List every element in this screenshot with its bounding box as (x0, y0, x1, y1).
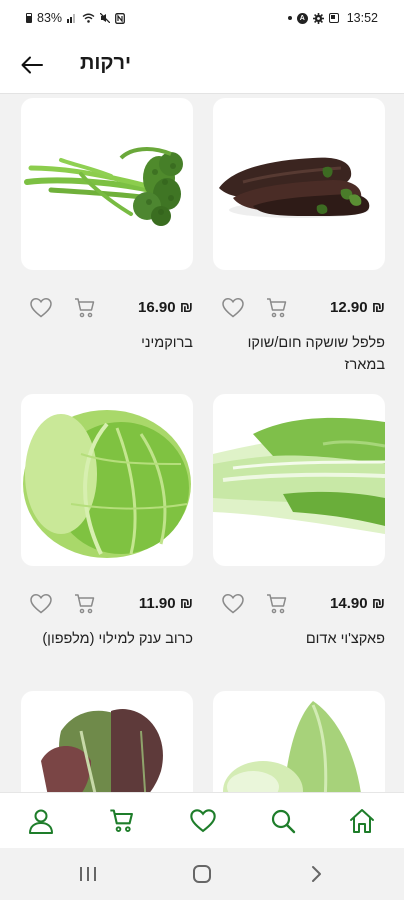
heart-icon (222, 298, 244, 318)
product-image[interactable] (213, 394, 385, 566)
nav-home-button[interactable] (346, 805, 378, 837)
heart-icon (190, 809, 216, 833)
product-name[interactable]: כרוב ענק למילוי (מלפפון) (21, 628, 193, 650)
favorite-button[interactable] (221, 296, 245, 320)
product-image[interactable] (21, 394, 193, 566)
system-navigation (0, 848, 404, 900)
price-row: 12.90 ₪ (213, 296, 385, 322)
cart-icon (267, 594, 287, 614)
product-image[interactable] (213, 98, 385, 270)
nav-favorites-button[interactable] (187, 805, 219, 837)
search-icon (271, 809, 296, 834)
product-card[interactable]: 11.90 ₪ כרוב ענק למילוי (מלפפון) (21, 394, 193, 684)
cart-icon (267, 298, 287, 318)
gallery-icon (328, 13, 339, 23)
arrow-left-icon (21, 56, 43, 74)
system-home-button[interactable] (188, 860, 216, 888)
brown-peppers-image (219, 157, 370, 218)
bok-choy-image (213, 417, 385, 534)
status-left: 83% (26, 11, 125, 25)
product-card[interactable]: 14.90 ₪ פאקצ'וי אדום (213, 394, 385, 684)
product-name[interactable]: ברוקמיני (21, 332, 193, 354)
product-image[interactable] (21, 691, 193, 792)
cart-icon (110, 809, 133, 832)
add-to-cart-button[interactable] (73, 296, 97, 320)
wifi-icon (82, 13, 95, 23)
product-image[interactable] (21, 98, 193, 270)
product-image[interactable] (213, 691, 385, 792)
pointed-cabbage-image (223, 701, 361, 792)
heart-icon (30, 594, 52, 614)
red-lettuce-image (41, 709, 163, 792)
battery-percent: 83% (37, 11, 63, 25)
signal-icon (67, 13, 77, 23)
heart-icon (222, 594, 244, 614)
app-header: ירקות (0, 36, 404, 94)
product-card[interactable]: 16.90 ₪ ברוקמיני (21, 98, 193, 388)
add-to-cart-button[interactable] (73, 592, 97, 616)
product-price: 11.90 ₪ (138, 595, 193, 612)
product-name[interactable]: פאקצ'וי אדום (213, 628, 385, 650)
nav-cart-button[interactable] (106, 805, 138, 837)
product-name[interactable]: פלפל שושקה חום/שוקו במארז (213, 332, 385, 376)
product-price: 16.90 ₪ (138, 299, 193, 316)
back-button[interactable] (18, 51, 46, 79)
recents-button[interactable] (74, 860, 102, 888)
system-back-button[interactable] (302, 860, 330, 888)
app-a-icon: A (296, 12, 308, 24)
home-icon (350, 809, 374, 833)
notification-dot-icon (287, 16, 292, 20)
cart-icon (75, 594, 95, 614)
home-circle-icon (193, 865, 211, 883)
status-right: A 13:52 (287, 11, 378, 25)
settings-icon (312, 12, 324, 24)
price-row: 14.90 ₪ (213, 592, 385, 618)
product-card[interactable]: 12.90 ₪ פלפל שושקה חום/שוקו במארז (213, 98, 385, 388)
clock: 13:52 (346, 11, 378, 25)
broccolini-image (24, 147, 183, 226)
add-to-cart-button[interactable] (265, 592, 289, 616)
add-to-cart-button[interactable] (265, 296, 289, 320)
product-card[interactable] (21, 691, 193, 792)
favorite-button[interactable] (221, 592, 245, 616)
user-icon (29, 809, 53, 834)
mute-icon (100, 13, 111, 23)
page-title: ירקות (80, 52, 132, 74)
nav-search-button[interactable] (267, 805, 299, 837)
product-grid: 12.90 ₪ פלפל שושקה חום/שוקו במארז 16.90 … (0, 94, 404, 792)
price-row: 11.90 ₪ (21, 592, 193, 618)
bottom-navigation (0, 792, 404, 848)
nfc-icon (115, 12, 125, 24)
product-price: 14.90 ₪ (330, 595, 385, 612)
product-card[interactable] (213, 691, 385, 792)
cart-icon (75, 298, 95, 318)
favorite-button[interactable] (29, 592, 53, 616)
status-bar: 83% A 13:52 (0, 0, 404, 36)
favorite-button[interactable] (29, 296, 53, 320)
battery-icon (26, 13, 32, 23)
back-chevron-icon (312, 866, 321, 882)
green-cabbage-image (23, 410, 191, 558)
price-row: 16.90 ₪ (21, 296, 193, 322)
product-price: 12.90 ₪ (330, 299, 385, 316)
recents-icon (80, 867, 96, 881)
heart-icon (30, 298, 52, 318)
nav-account-button[interactable] (25, 805, 57, 837)
